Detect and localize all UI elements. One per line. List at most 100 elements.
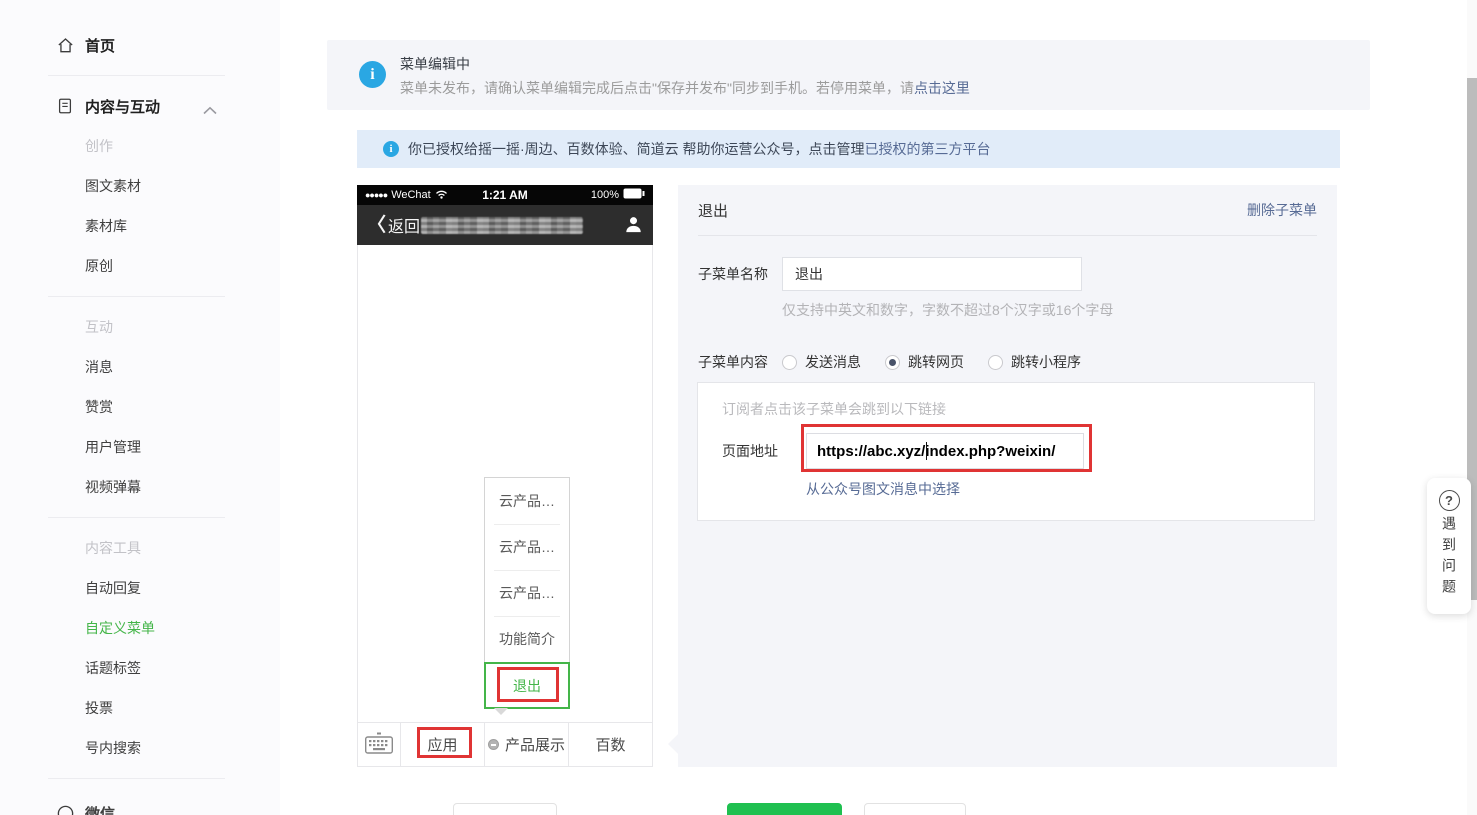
sidebar-item-label: 投票 xyxy=(85,700,113,716)
sidebar-item-vote[interactable]: 投票 xyxy=(0,688,280,728)
menu-editing-notice: i 菜单编辑中 菜单未发布，请确认菜单编辑完成后点击"保存并发布"同步到手机。若… xyxy=(327,40,1370,110)
panel-pointer-notch xyxy=(668,734,688,754)
sidebar-item-label: 图文素材 xyxy=(85,178,141,194)
sidebar-item-label: 原创 xyxy=(85,258,113,274)
radio-label: 跳转小程序 xyxy=(1011,354,1081,370)
help-widget[interactable]: ? 遇到问题 xyxy=(1427,478,1471,614)
sidebar-item-rewards[interactable]: 赞赏 xyxy=(0,387,280,427)
page: 首页 内容与互动 创作 图文素材 素材库 原创 互动 消息 赞赏 用户管理 视频… xyxy=(0,0,1477,815)
menu-item-baishu[interactable]: 百数 xyxy=(568,723,652,766)
keyboard-toggle[interactable] xyxy=(358,723,400,766)
radio-jump-webpage[interactable]: 跳转网页 xyxy=(885,352,964,372)
notice-body-text: 菜单未发布，请确认菜单编辑完成后点击"保存并发布"同步到手机。若停用菜单，请 xyxy=(400,80,914,96)
sidebar-section-interaction: 互动 xyxy=(0,307,280,347)
sidebar-item-video-danmu[interactable]: 视频弹幕 xyxy=(0,467,280,507)
panel-divider xyxy=(698,235,1317,236)
sidebar-item-label: 用户管理 xyxy=(85,439,141,455)
name-label: 子菜单名称 xyxy=(698,266,768,282)
panel-title: 退出 xyxy=(698,202,729,220)
sidebar-item-label: 自动回复 xyxy=(85,580,141,596)
sidebar-group-content-interaction[interactable]: 内容与互动 xyxy=(0,86,280,126)
sidebar-section-creation: 创作 xyxy=(0,126,280,166)
help-label: 遇到问题 xyxy=(1441,516,1457,600)
radio-send-message[interactable]: 发送消息 xyxy=(782,352,861,372)
sidebar-item-label: 话题标签 xyxy=(85,660,141,676)
sidebar-item-label: 视频弹幕 xyxy=(85,479,141,495)
sidebar-item-original[interactable]: 原创 xyxy=(0,246,280,286)
radio-selected-icon xyxy=(885,354,900,370)
pick-from-articles-link[interactable]: 从公众号图文消息中选择 xyxy=(806,481,960,497)
content-type-row: 子菜单内容 发送消息 跳转网页 跳转小程序 xyxy=(678,354,1337,370)
phone-preview: ●●●●● WeChat 1:21 AM 100% 〈返回 云产品… 云产品… … xyxy=(357,185,653,767)
circle-icon xyxy=(55,803,75,815)
menu-item-label: 产品展示 xyxy=(504,737,565,754)
submenu-item[interactable]: 功能简介 xyxy=(485,616,569,662)
back-button: 〈返回 xyxy=(367,213,420,237)
phone-nav-bar: 〈返回 xyxy=(357,205,653,245)
sidebar-divider xyxy=(48,75,225,76)
name-hint: 仅支持中英文和数字，字数不超过8个汉字或16个字母 xyxy=(782,302,1114,318)
radio-mini-program[interactable]: 跳转小程序 xyxy=(988,352,1081,372)
question-icon: ? xyxy=(1438,490,1460,511)
sidebar-item-media-library[interactable]: 素材库 xyxy=(0,206,280,246)
sidebar-item-articles[interactable]: 图文素材 xyxy=(0,166,280,206)
sidebar-item-label: 微信 xyxy=(85,805,116,815)
sidebar-item-account-search[interactable]: 号内搜索 xyxy=(0,728,280,768)
stop-menu-link[interactable]: 点击这里 xyxy=(914,80,970,96)
third-party-platform-link[interactable]: 已授权的第三方平台 xyxy=(865,139,991,159)
submenu-item-exit-selected[interactable]: 退出 xyxy=(484,662,570,709)
info-icon: i xyxy=(383,141,399,157)
chevron-up-icon xyxy=(203,102,217,119)
sidebar-item-label: 号内搜索 xyxy=(85,740,141,756)
document-icon xyxy=(55,96,75,116)
sidebar-divider xyxy=(48,517,225,518)
submenu-item-label: 功能简介 xyxy=(499,631,555,647)
phone-menu-bar: 应用 产品展示 百数 xyxy=(357,722,653,767)
sidebar-item-custom-menu[interactable]: 自定义菜单 xyxy=(0,608,280,648)
popup-caret-icon xyxy=(494,708,508,715)
panel-header: 退出 删除子菜单 xyxy=(678,185,1337,235)
name-row: 子菜单名称 xyxy=(678,257,1337,291)
content-label: 子菜单内容 xyxy=(698,354,768,370)
menu-item-label: 百数 xyxy=(595,737,626,754)
submenu-item[interactable]: 云产品… xyxy=(485,478,569,524)
section-label: 内容工具 xyxy=(85,540,141,556)
menu-item-app[interactable]: 应用 xyxy=(400,723,484,766)
submenu-item[interactable]: 云产品… xyxy=(485,570,569,616)
battery-percent: 100% xyxy=(590,189,619,201)
submenu-item-label: 云产品… xyxy=(499,493,555,509)
submenu-indicator-icon xyxy=(487,739,499,750)
sidebar-item-clipped[interactable]: 微信 xyxy=(0,793,280,815)
section-label: 创作 xyxy=(85,138,113,154)
bottom-button-left[interactable] xyxy=(453,803,557,815)
submenu-popup: 云产品… 云产品… 云产品… 功能简介 退出 xyxy=(484,477,570,709)
page-url-input[interactable] xyxy=(806,433,1084,469)
sidebar-item-topic-tags[interactable]: 话题标签 xyxy=(0,648,280,688)
submenu-item[interactable]: 云产品… xyxy=(485,524,569,570)
sidebar-item-messages[interactable]: 消息 xyxy=(0,347,280,387)
radio-icon xyxy=(988,354,1003,370)
sidebar-item-home[interactable]: 首页 xyxy=(0,25,280,65)
bottom-button-right[interactable] xyxy=(864,803,966,815)
submenu-item-label: 退出 xyxy=(513,677,541,694)
submenu-item-label: 云产品… xyxy=(499,539,555,555)
battery-icon xyxy=(623,188,645,202)
sidebar: 首页 内容与互动 创作 图文素材 素材库 原创 互动 消息 赞赏 用户管理 视频… xyxy=(0,0,280,815)
sidebar-item-auto-reply[interactable]: 自动回复 xyxy=(0,568,280,608)
back-label: 返回 xyxy=(388,219,421,236)
submenu-name-input[interactable] xyxy=(782,257,1082,291)
save-publish-button[interactable] xyxy=(727,803,842,815)
radio-label: 跳转网页 xyxy=(908,354,964,370)
submenu-editor-panel: 退出 删除子菜单 子菜单名称 仅支持中英文和数字，字数不超过8个汉字或16个字母… xyxy=(668,185,1337,767)
sidebar-section-content-tools: 内容工具 xyxy=(0,528,280,568)
phone-status-bar: ●●●●● WeChat 1:21 AM 100% xyxy=(357,185,653,205)
menu-item-label: 应用 xyxy=(427,737,458,754)
sidebar-item-user-management[interactable]: 用户管理 xyxy=(0,427,280,467)
pick-from-articles-row: 从公众号图文消息中选择 xyxy=(806,479,1314,499)
menu-item-products[interactable]: 产品展示 xyxy=(484,723,568,766)
sidebar-group-label: 内容与互动 xyxy=(85,98,161,116)
keyboard-icon xyxy=(364,732,394,758)
sidebar-divider xyxy=(48,778,225,779)
delete-submenu-link[interactable]: 删除子菜单 xyxy=(1247,200,1317,220)
text-cursor xyxy=(926,442,927,460)
